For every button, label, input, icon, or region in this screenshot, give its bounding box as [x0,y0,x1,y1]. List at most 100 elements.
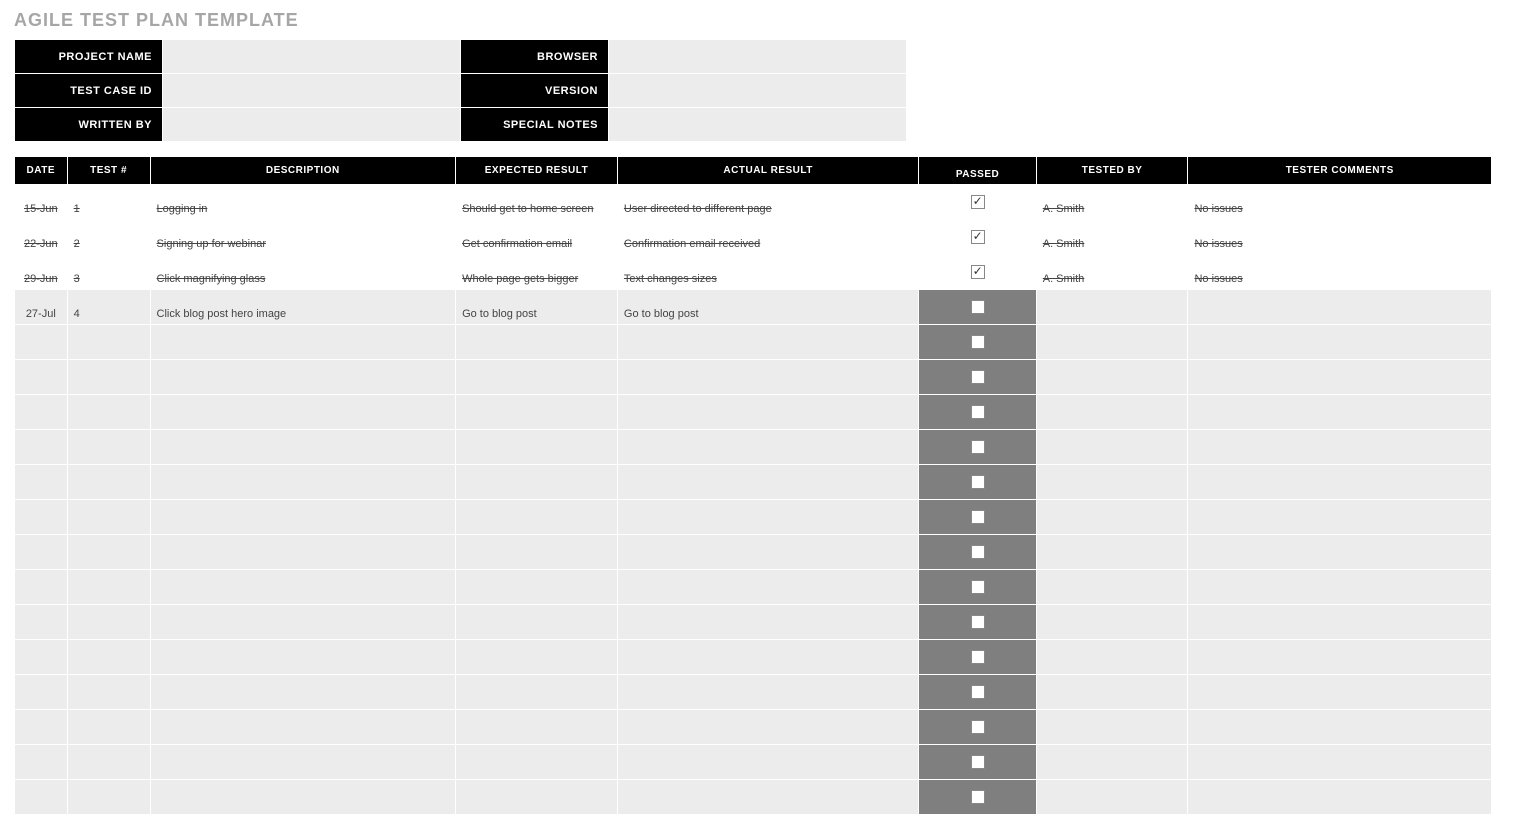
cell-description[interactable] [150,710,456,745]
cell-expected[interactable] [456,640,618,675]
meta-value-version[interactable] [609,74,907,108]
cell-date[interactable]: 15-Jun [15,185,68,220]
cell-test[interactable]: 2 [67,220,150,255]
cell-date[interactable] [15,780,68,815]
cell-description[interactable] [150,780,456,815]
cell-comments[interactable] [1188,395,1492,430]
cell-test[interactable] [67,780,150,815]
cell-date[interactable]: 29-Jun [15,255,68,290]
cell-expected[interactable] [456,570,618,605]
passed-checkbox[interactable] [971,510,985,524]
passed-checkbox[interactable] [971,615,985,629]
cell-date[interactable] [15,465,68,500]
cell-tested-by[interactable]: A. Smith [1036,220,1188,255]
passed-checkbox[interactable] [971,300,985,314]
cell-comments[interactable] [1188,640,1492,675]
cell-comments[interactable] [1188,675,1492,710]
cell-date[interactable] [15,395,68,430]
cell-description[interactable]: Signing up for webinar [150,220,456,255]
cell-date[interactable] [15,360,68,395]
cell-test[interactable]: 3 [67,255,150,290]
cell-expected[interactable] [456,535,618,570]
cell-tested-by[interactable] [1036,640,1188,675]
passed-checkbox[interactable] [971,790,985,804]
passed-checkbox[interactable] [971,685,985,699]
cell-description[interactable] [150,325,456,360]
cell-actual[interactable]: Text changes sizes [617,255,918,290]
cell-test[interactable] [67,500,150,535]
cell-test[interactable]: 4 [67,290,150,325]
cell-test[interactable] [67,430,150,465]
meta-value-test-case-id[interactable] [163,74,461,108]
passed-checkbox[interactable] [971,265,985,279]
cell-actual[interactable] [617,535,918,570]
cell-test[interactable] [67,570,150,605]
cell-actual[interactable]: Confirmation email received [617,220,918,255]
cell-actual[interactable] [617,430,918,465]
cell-comments[interactable]: No issues [1188,255,1492,290]
cell-tested-by[interactable] [1036,605,1188,640]
cell-expected[interactable]: Should get to home screen [456,185,618,220]
cell-tested-by[interactable] [1036,780,1188,815]
passed-checkbox[interactable] [971,720,985,734]
cell-comments[interactable] [1188,605,1492,640]
meta-value-special-notes[interactable] [609,108,907,142]
passed-checkbox[interactable] [971,580,985,594]
cell-actual[interactable] [617,500,918,535]
cell-tested-by[interactable]: A. Smith [1036,255,1188,290]
cell-comments[interactable] [1188,535,1492,570]
cell-actual[interactable] [617,570,918,605]
cell-test[interactable] [67,605,150,640]
cell-actual[interactable] [617,780,918,815]
cell-tested-by[interactable] [1036,500,1188,535]
cell-actual[interactable] [617,465,918,500]
cell-tested-by[interactable] [1036,290,1188,325]
cell-description[interactable] [150,395,456,430]
cell-description[interactable]: Click blog post hero image [150,290,456,325]
cell-tested-by[interactable] [1036,535,1188,570]
cell-test[interactable] [67,465,150,500]
cell-tested-by[interactable] [1036,710,1188,745]
cell-test[interactable] [67,710,150,745]
cell-expected[interactable] [456,710,618,745]
cell-test[interactable] [67,325,150,360]
cell-comments[interactable] [1188,745,1492,780]
cell-date[interactable] [15,675,68,710]
passed-checkbox[interactable] [971,440,985,454]
cell-description[interactable]: Logging in [150,185,456,220]
passed-checkbox[interactable] [971,755,985,769]
cell-test[interactable] [67,745,150,780]
cell-expected[interactable] [456,605,618,640]
cell-actual[interactable] [617,325,918,360]
cell-tested-by[interactable] [1036,465,1188,500]
cell-tested-by[interactable]: A. Smith [1036,185,1188,220]
cell-actual[interactable] [617,675,918,710]
cell-comments[interactable]: No issues [1188,220,1492,255]
cell-description[interactable] [150,465,456,500]
cell-actual[interactable] [617,605,918,640]
passed-checkbox[interactable] [971,195,985,209]
cell-comments[interactable] [1188,325,1492,360]
cell-date[interactable] [15,430,68,465]
cell-description[interactable] [150,535,456,570]
cell-tested-by[interactable] [1036,325,1188,360]
cell-expected[interactable] [456,465,618,500]
cell-actual[interactable] [617,710,918,745]
cell-expected[interactable] [456,675,618,710]
cell-expected[interactable] [456,745,618,780]
cell-expected[interactable] [456,325,618,360]
cell-comments[interactable] [1188,430,1492,465]
cell-test[interactable] [67,640,150,675]
cell-date[interactable]: 27-Jul [15,290,68,325]
cell-description[interactable] [150,570,456,605]
cell-actual[interactable] [617,640,918,675]
meta-value-project-name[interactable] [163,40,461,74]
cell-test[interactable] [67,395,150,430]
cell-description[interactable] [150,745,456,780]
cell-actual[interactable] [617,745,918,780]
cell-expected[interactable]: Go to blog post [456,290,618,325]
cell-date[interactable] [15,325,68,360]
cell-expected[interactable] [456,780,618,815]
cell-expected[interactable] [456,430,618,465]
cell-comments[interactable] [1188,290,1492,325]
